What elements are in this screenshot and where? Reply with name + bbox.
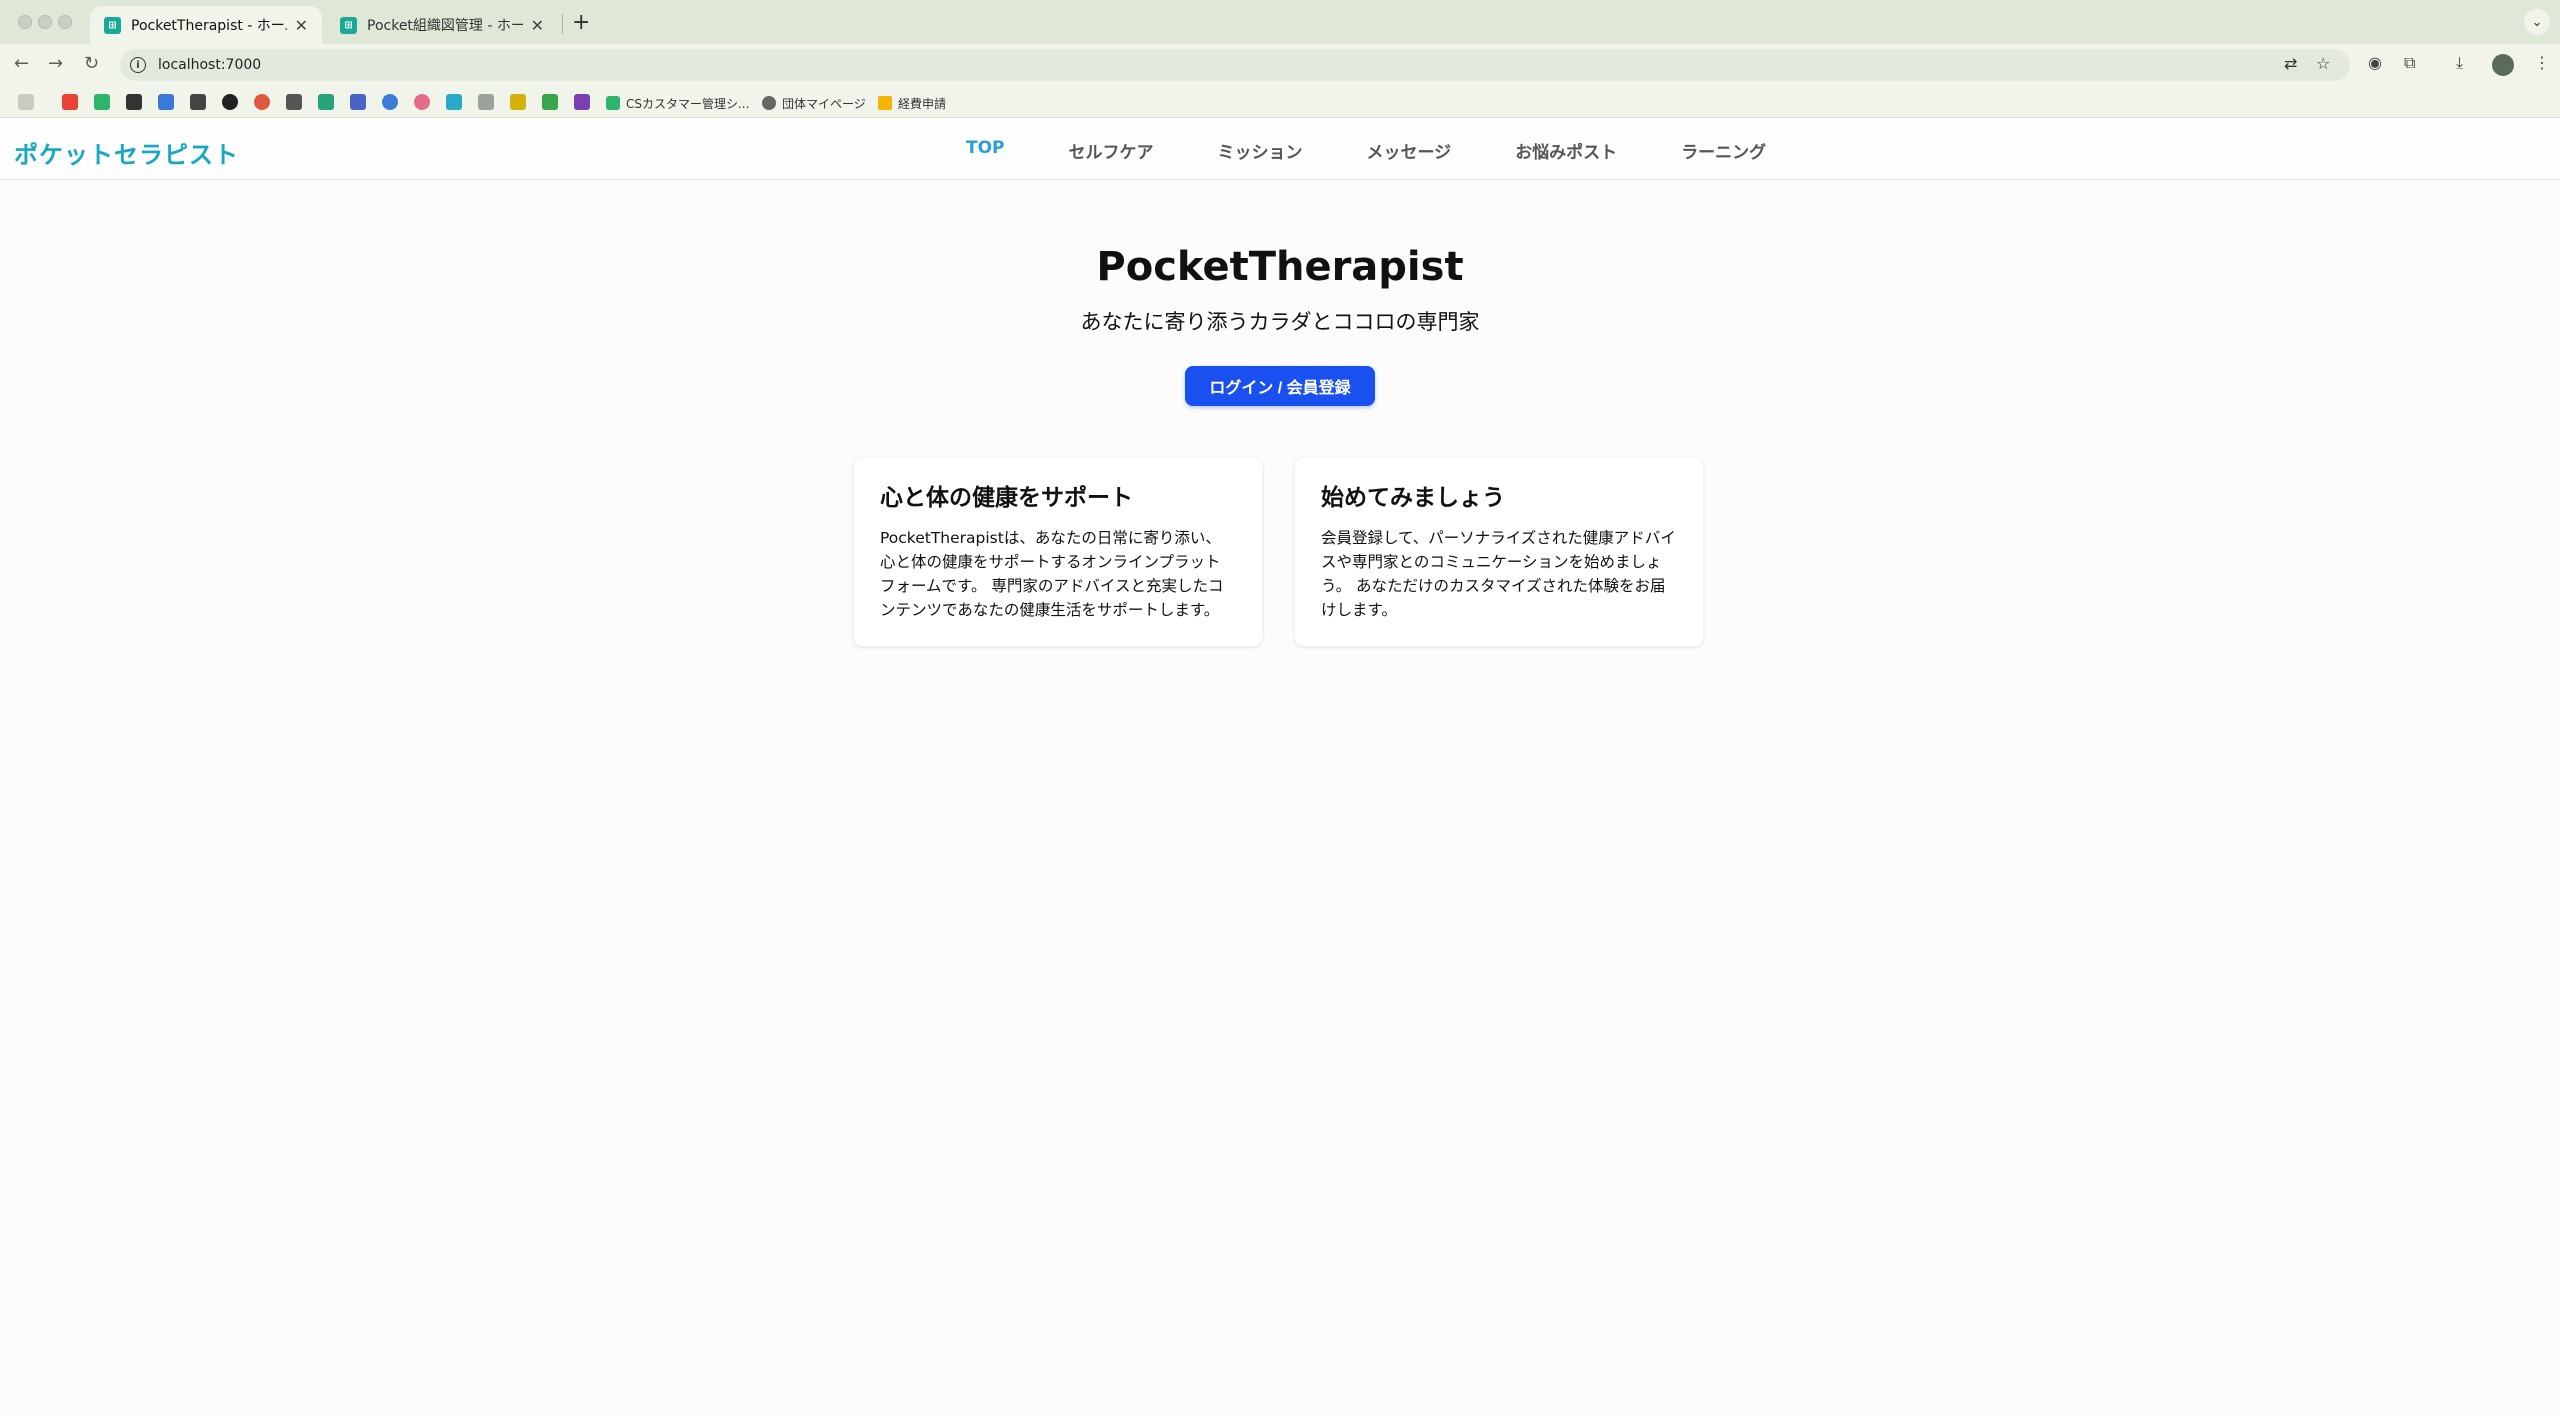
- profile-avatar[interactable]: [2492, 54, 2514, 76]
- bookmarks-bar: CSカスタマー管理シ... 団体マイページ 経費申請: [0, 86, 2560, 118]
- card-body: 会員登録して、パーソナライズされた健康アドバイスや専門家とのコミュニケーションを…: [1321, 529, 1676, 619]
- bookmark-icon[interactable]: [318, 94, 334, 110]
- bookmark-icon[interactable]: [542, 94, 558, 110]
- tab-pockettherapist[interactable]: ⊞ PocketTherapist - ホーム ✕: [90, 6, 322, 44]
- tab-favicon-icon: ⊞: [104, 16, 121, 34]
- app-header: ポケットセラピスト TOP セルフケア ミッション メッセージ お悩みポスト ラ…: [0, 118, 2560, 180]
- bookmark-icon[interactable]: [382, 94, 398, 110]
- card-title: 始めてみましょう: [1321, 485, 1505, 511]
- tab-close-icon[interactable]: ✕: [531, 16, 544, 35]
- tab-title: Pocket組織図管理 - ホーム: [367, 18, 523, 34]
- tab-title: PocketTherapist - ホーム: [131, 18, 287, 34]
- tab-pocket-org-chart[interactable]: ⊞ Pocket組織図管理 - ホーム ✕: [326, 6, 558, 44]
- hero-subtitle: あなたに寄り添うカラダとココロの専門家: [1080, 310, 1480, 334]
- window-close-dot[interactable]: [18, 15, 32, 29]
- login-register-button[interactable]: ログイン / 会員登録: [1185, 366, 1375, 406]
- tab-separator: [562, 14, 563, 34]
- browser-toolbar: ← → ↻ i localhost:7000 ⇄ ☆ ◉ ⧉ ⤓ ⋮: [0, 44, 2560, 86]
- bookmark-icon[interactable]: [350, 94, 366, 110]
- nav-mission[interactable]: ミッション: [1218, 138, 1303, 163]
- nav-selfcare[interactable]: セルフケア: [1069, 138, 1154, 163]
- bookmark-icon[interactable]: [190, 94, 206, 110]
- bookmark-icon[interactable]: [446, 94, 462, 110]
- bookmark-expense[interactable]: 経費申請: [878, 94, 946, 112]
- apps-grid-icon[interactable]: [18, 94, 34, 110]
- bookmark-icon[interactable]: [510, 94, 526, 110]
- bookmark-icon[interactable]: [254, 94, 270, 110]
- tab-close-icon[interactable]: ✕: [295, 16, 308, 35]
- bookmark-icon[interactable]: [574, 94, 590, 110]
- nav-worry-post[interactable]: お悩みポスト: [1515, 138, 1617, 163]
- address-bar[interactable]: i localhost:7000: [120, 49, 2350, 81]
- reload-icon[interactable]: ↻: [84, 53, 99, 74]
- window-maximize-dot[interactable]: [58, 15, 72, 29]
- bookmark-icon[interactable]: [94, 94, 110, 110]
- bookmark-cs-customer[interactable]: CSカスタマー管理シ...: [606, 94, 749, 112]
- nav-learning[interactable]: ラーニング: [1681, 138, 1766, 163]
- card-title: 心と体の健康をサポート: [880, 485, 1133, 511]
- window-minimize-dot[interactable]: [38, 15, 52, 29]
- back-icon[interactable]: ←: [14, 53, 29, 74]
- feature-card-get-started: 始めてみましょう 会員登録して、パーソナライズされた健康アドバイスや専門家とのコ…: [1295, 458, 1703, 646]
- url-text[interactable]: localhost:7000: [158, 57, 261, 73]
- bookmark-icon[interactable]: [158, 94, 174, 110]
- drive-icon: [878, 96, 892, 110]
- more-menu-icon[interactable]: ⋮: [2534, 53, 2550, 72]
- forward-icon[interactable]: →: [48, 53, 63, 74]
- bookmark-star-icon[interactable]: ☆: [2316, 54, 2330, 73]
- github-icon[interactable]: [222, 94, 238, 110]
- bookmark-group-mypage[interactable]: 団体マイページ: [762, 94, 866, 112]
- download-icon[interactable]: ⤓: [2456, 53, 2463, 73]
- puzzle-icon[interactable]: ⧉: [2404, 53, 2415, 73]
- browser-tab-bar: ⊞ PocketTherapist - ホーム ✕ ⊞ Pocket組織図管理 …: [0, 0, 2560, 44]
- globe-icon: [762, 96, 776, 110]
- tab-favicon-icon: ⊞: [340, 16, 357, 34]
- site-info-icon[interactable]: i: [130, 57, 146, 73]
- new-tab-icon[interactable]: +: [572, 10, 590, 35]
- card-body: PocketTherapistは、あなたの日常に寄り添い、心と体の健康をサポート…: [880, 529, 1224, 619]
- bookmark-icon[interactable]: [286, 94, 302, 110]
- feature-card-support: 心と体の健康をサポート PocketTherapistは、あなたの日常に寄り添い…: [854, 458, 1262, 646]
- notion-icon[interactable]: [126, 94, 142, 110]
- app-logo[interactable]: ポケットセラピスト: [14, 135, 239, 170]
- tab-search-chevron-icon[interactable]: ⌄: [2524, 9, 2550, 35]
- bookmark-icon[interactable]: [414, 94, 430, 110]
- nav-message[interactable]: メッセージ: [1367, 138, 1452, 163]
- bookmark-icon[interactable]: [478, 94, 494, 110]
- hero-title: PocketTherapist: [1096, 244, 1464, 290]
- main-nav: TOP セルフケア ミッション メッセージ お悩みポスト ラーニング: [966, 138, 1830, 163]
- sheet-icon: [606, 96, 620, 110]
- nav-top[interactable]: TOP: [966, 138, 1005, 163]
- translate-icon[interactable]: ⇄: [2284, 54, 2297, 73]
- gmail-icon[interactable]: [62, 94, 78, 110]
- extension-icon[interactable]: ◉: [2368, 53, 2382, 72]
